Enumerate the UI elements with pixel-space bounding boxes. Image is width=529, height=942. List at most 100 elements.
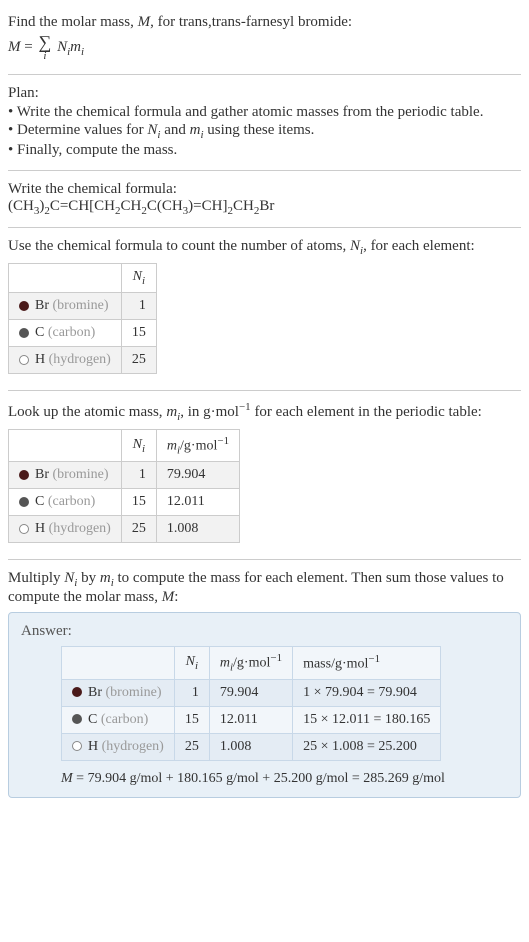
table-row: Br (bromine) 1 79.904 bbox=[9, 462, 240, 489]
table-row: H (hydrogen) 25 bbox=[9, 346, 157, 373]
count-cell: 25 bbox=[121, 346, 156, 373]
mass-cell: 12.011 bbox=[156, 489, 239, 516]
molar-mass-formula: M = ∑i Nimi bbox=[8, 33, 521, 62]
multiply-section: Multiply Ni by mi to compute the mass fo… bbox=[8, 564, 521, 803]
variable-Ni: Ni bbox=[147, 122, 160, 138]
text: Find the molar mass, bbox=[8, 14, 138, 30]
variable-Ni: Ni bbox=[350, 238, 363, 254]
variable-M: M bbox=[8, 39, 21, 55]
calc-cell: 1 × 79.904 = 79.904 bbox=[293, 679, 441, 706]
section-title: Use the chemical formula to count the nu… bbox=[8, 238, 521, 257]
variable-mi: mi bbox=[100, 570, 114, 586]
divider bbox=[8, 390, 521, 391]
element-dot-icon bbox=[19, 524, 29, 534]
term-Ni: Nimi bbox=[57, 39, 84, 55]
header-mi: mi/g·mol−1 bbox=[156, 429, 239, 461]
count-cell: 25 bbox=[121, 516, 156, 543]
section-title: Write the chemical formula: bbox=[8, 181, 521, 198]
mass-cell: 79.904 bbox=[156, 462, 239, 489]
mass-cell: 79.904 bbox=[209, 679, 292, 706]
element-dot-icon bbox=[19, 328, 29, 338]
count-cell: 1 bbox=[174, 679, 209, 706]
problem-line1: Find the molar mass, M, for trans,trans-… bbox=[8, 14, 521, 31]
section-title: Look up the atomic mass, mi, in g·mol−1 … bbox=[8, 401, 521, 423]
element-dot-icon bbox=[72, 714, 82, 724]
table-header-row: Ni mi/g·mol−1 bbox=[9, 429, 240, 461]
header-mi: mi/g·mol−1 bbox=[209, 647, 292, 679]
variable-M: M bbox=[162, 589, 175, 605]
subscript-i: i bbox=[81, 46, 84, 58]
equals: = bbox=[21, 39, 37, 55]
mass-cell: 1.008 bbox=[156, 516, 239, 543]
answer-table: Ni mi/g·mol−1 mass/g·mol−1 Br (bromine) … bbox=[61, 646, 441, 760]
final-result: M = 79.904 g/mol + 180.165 g/mol + 25.20… bbox=[61, 771, 508, 787]
element-dot-icon bbox=[19, 355, 29, 365]
table-row: C (carbon) 15 12.011 15 × 12.011 = 180.1… bbox=[62, 706, 441, 733]
count-cell: 15 bbox=[121, 489, 156, 516]
plan-item: • Determine values for Ni and mi using t… bbox=[8, 122, 521, 141]
divider bbox=[8, 74, 521, 75]
element-cell: H (hydrogen) bbox=[62, 733, 175, 760]
chemical-formula: (CH3)2C=CH[CH2CH2C(CH3)=CH]2CH2Br bbox=[8, 198, 521, 217]
answer-box: Answer: Ni mi/g·mol−1 mass/g·mol−1 Br (b… bbox=[8, 612, 521, 797]
variable-N: N bbox=[57, 39, 67, 55]
table-row: Br (bromine) 1 bbox=[9, 292, 157, 319]
element-dot-icon bbox=[19, 470, 29, 480]
header-Ni: Ni bbox=[174, 647, 209, 679]
element-cell: Br (bromine) bbox=[9, 462, 122, 489]
atomic-mass-section: Look up the atomic mass, mi, in g·mol−1 … bbox=[8, 395, 521, 555]
sigma-index: i bbox=[43, 51, 46, 62]
final-value: = 79.904 g/mol + 180.165 g/mol + 25.200 … bbox=[73, 771, 445, 786]
count-cell: 25 bbox=[174, 733, 209, 760]
table-row: H (hydrogen) 25 1.008 25 × 1.008 = 25.20… bbox=[62, 733, 441, 760]
plan-section: Plan: • Write the chemical formula and g… bbox=[8, 79, 521, 166]
table-header-row: Ni mi/g·mol−1 mass/g·mol−1 bbox=[62, 647, 441, 679]
text: • Determine values for bbox=[8, 122, 147, 138]
chemical-formula-section: Write the chemical formula: (CH3)2C=CH[C… bbox=[8, 175, 521, 223]
header-element bbox=[9, 264, 122, 293]
header-element bbox=[9, 429, 122, 461]
mass-cell: 1.008 bbox=[209, 733, 292, 760]
element-cell: Br (bromine) bbox=[9, 292, 122, 319]
header-Ni: Ni bbox=[121, 264, 156, 293]
calc-cell: 25 × 1.008 = 25.200 bbox=[293, 733, 441, 760]
variable-mi: mi bbox=[190, 122, 204, 138]
header-Ni: Ni bbox=[121, 429, 156, 461]
element-dot-icon bbox=[19, 301, 29, 311]
atomic-mass-table: Ni mi/g·mol−1 Br (bromine) 1 79.904 C (c… bbox=[8, 429, 240, 543]
count-cell: 1 bbox=[121, 292, 156, 319]
divider bbox=[8, 170, 521, 171]
text: and bbox=[160, 122, 189, 138]
count-cell: 15 bbox=[121, 319, 156, 346]
variable-m: m bbox=[70, 39, 81, 55]
plan-list: • Write the chemical formula and gather … bbox=[8, 104, 521, 159]
count-atoms-section: Use the chemical formula to count the nu… bbox=[8, 232, 521, 386]
header-mass: mass/g·mol−1 bbox=[293, 647, 441, 679]
answer-label: Answer: bbox=[21, 623, 508, 640]
text: , for trans,trans-farnesyl bromide: bbox=[150, 14, 352, 30]
element-cell: C (carbon) bbox=[9, 319, 122, 346]
calc-cell: 15 × 12.011 = 180.165 bbox=[293, 706, 441, 733]
element-dot-icon bbox=[19, 497, 29, 507]
variable-M: M bbox=[138, 14, 151, 30]
element-cell: C (carbon) bbox=[9, 489, 122, 516]
plan-title: Plan: bbox=[8, 85, 521, 102]
table-row: H (hydrogen) 25 1.008 bbox=[9, 516, 240, 543]
plan-item: • Finally, compute the mass. bbox=[8, 142, 521, 159]
table-row: C (carbon) 15 bbox=[9, 319, 157, 346]
count-cell: 1 bbox=[121, 462, 156, 489]
element-cell: C (carbon) bbox=[62, 706, 175, 733]
element-cell: H (hydrogen) bbox=[9, 346, 122, 373]
header-element bbox=[62, 647, 175, 679]
element-dot-icon bbox=[72, 687, 82, 697]
mass-cell: 12.011 bbox=[209, 706, 292, 733]
table-row: C (carbon) 15 12.011 bbox=[9, 489, 240, 516]
sigma-icon: ∑i bbox=[38, 33, 51, 62]
table-row: Br (bromine) 1 79.904 1 × 79.904 = 79.90… bbox=[62, 679, 441, 706]
problem-statement: Find the molar mass, M, for trans,trans-… bbox=[8, 8, 521, 70]
variable-M: M bbox=[61, 771, 73, 786]
table-header-row: Ni bbox=[9, 264, 157, 293]
divider bbox=[8, 227, 521, 228]
element-dot-icon bbox=[72, 741, 82, 751]
text: using these items. bbox=[204, 122, 315, 138]
